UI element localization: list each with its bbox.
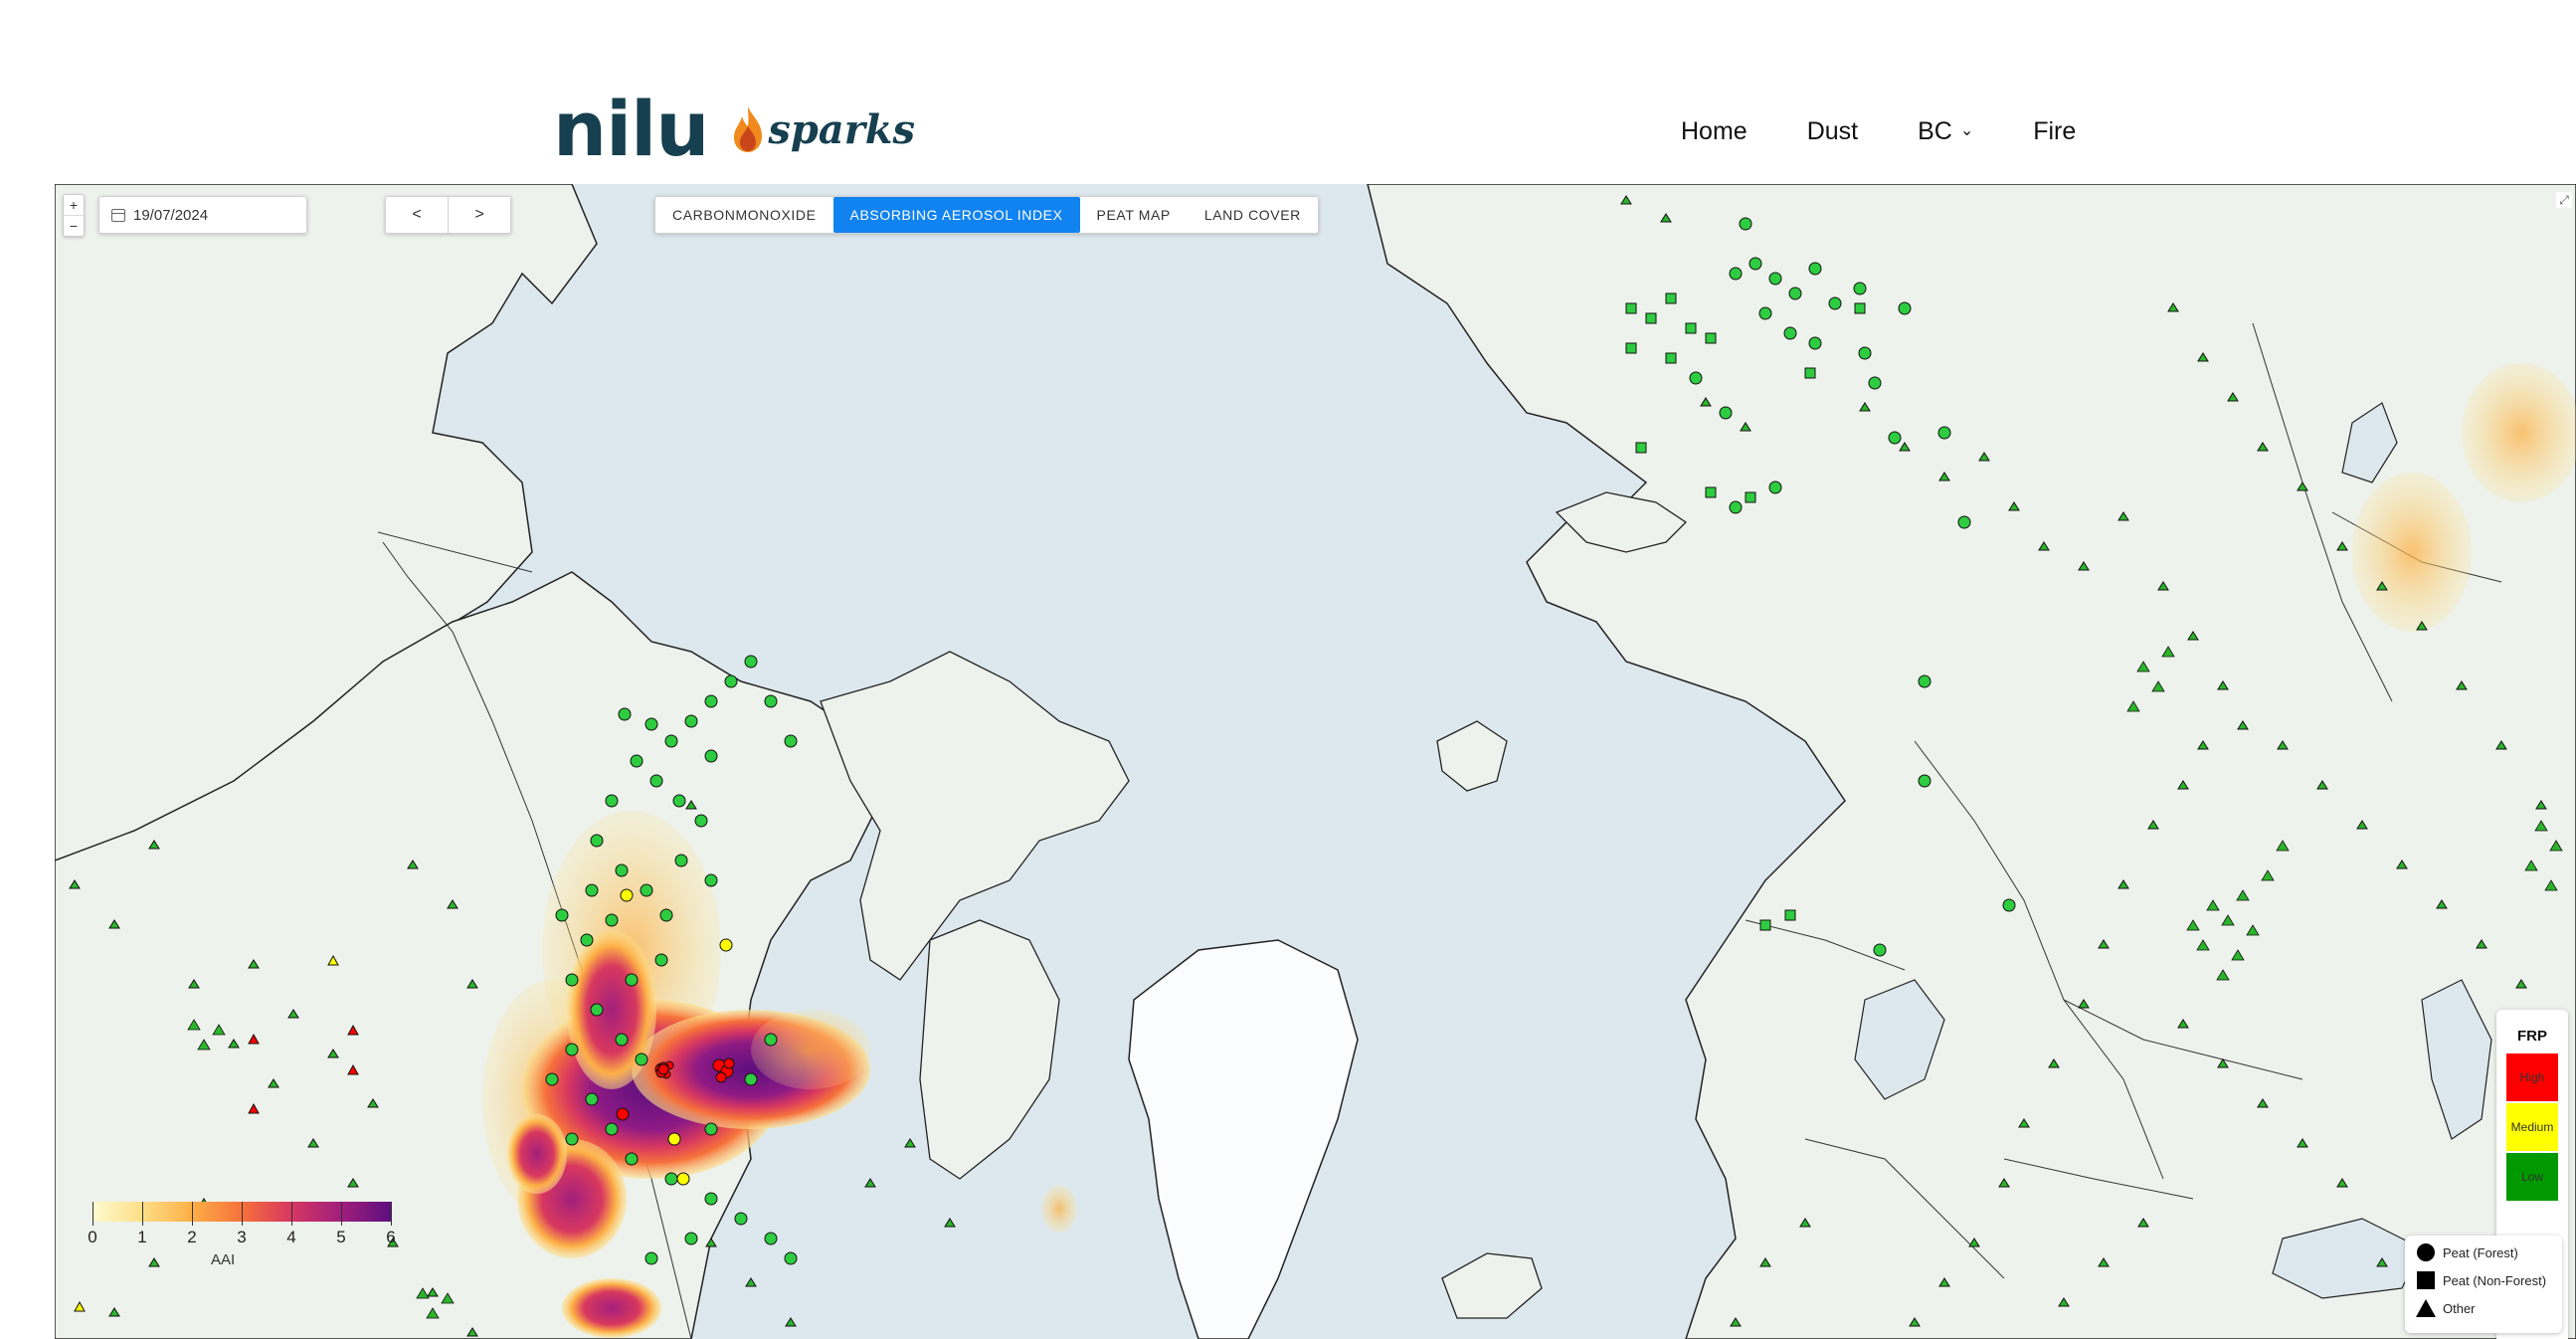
aai-colorbar-tick (242, 1202, 243, 1226)
legend-peat-nonforest: Peat (Non-Forest) (2415, 1269, 2546, 1291)
date-picker[interactable]: 19/07/2024 (98, 196, 307, 234)
aai-colorbar-tick-label: 1 (137, 1228, 147, 1246)
tab-land-cover[interactable]: LAND COVER (1188, 197, 1318, 233)
frp-low-swatch: Low (2506, 1153, 2558, 1201)
fullscreen-icon[interactable]: ⤢ (2556, 192, 2572, 208)
frp-medium-swatch: Medium (2506, 1103, 2558, 1151)
sparks-logo-text: sparks (768, 105, 916, 153)
calendar-icon (111, 208, 125, 222)
previous-date-button[interactable]: < (385, 196, 449, 234)
next-date-button[interactable]: > (449, 196, 511, 234)
tab-peat-map[interactable]: PEAT MAP (1080, 197, 1188, 233)
aai-colorbar-tick (92, 1202, 93, 1226)
aai-colorbar-tick (291, 1202, 292, 1226)
marker-shape-legend: Peat (Forest) Peat (Non-Forest) Other (2405, 1236, 2562, 1333)
date-value: 19/07/2024 (133, 206, 209, 224)
aai-colorbar-tick (142, 1202, 143, 1226)
nilu-logo-text: nilu (553, 85, 709, 173)
tab-absorbing-aerosol-index[interactable]: ABSORBING AEROSOL INDEX (832, 197, 1080, 233)
triangle-icon (2416, 1299, 2436, 1317)
circle-icon (2417, 1243, 2435, 1261)
aai-colorbar-tick (192, 1202, 193, 1226)
zoom-control: + − (63, 194, 85, 237)
nav-home-label: Home (1681, 117, 1748, 145)
flame-icon (734, 106, 763, 152)
site-header: nilu sparks Home Dust BC ⌄ Fire (0, 0, 2576, 184)
nav-fire[interactable]: Fire (2033, 117, 2076, 146)
tab-carbonmonoxide[interactable]: CARBONMONOXIDE (655, 197, 833, 233)
legend-peat-forest-label: Peat (Forest) (2443, 1244, 2518, 1260)
frp-high-swatch: High (2506, 1053, 2558, 1101)
legend-peat-nonforest-label: Peat (Non-Forest) (2443, 1272, 2547, 1288)
zoom-in-button[interactable]: + (64, 195, 84, 215)
aai-colorbar-tick-label: 4 (286, 1228, 296, 1246)
nav-home[interactable]: Home (1681, 117, 1748, 146)
aai-colorbar-tick-label: 3 (237, 1228, 247, 1246)
aai-colorbar-tick-label: 2 (187, 1228, 197, 1246)
nav-bc-label: BC (1918, 117, 1952, 145)
main-nav: Home Dust BC ⌄ Fire (1681, 117, 2135, 146)
nav-dust[interactable]: Dust (1807, 117, 1858, 146)
zoom-out-button[interactable]: − (64, 215, 84, 236)
frp-legend-title: FRP (2517, 1028, 2547, 1045)
legend-other: Other (2415, 1297, 2476, 1319)
sparks-logo: sparks (730, 104, 915, 154)
basemap[interactable] (55, 184, 2576, 1339)
nav-dust-label: Dust (1806, 117, 1859, 145)
chevron-down-icon: ⌄ (1959, 121, 1974, 139)
nav-bc-dropdown[interactable]: BC ⌄ (1918, 117, 1973, 146)
map-view[interactable]: + − 19/07/2024 < > CARBONMONOXIDE ABSORB… (55, 184, 2576, 1339)
aai-colorbar-tick (391, 1202, 392, 1226)
aai-colorbar-tick-label: 0 (88, 1228, 97, 1246)
nav-fire-label: Fire (2033, 117, 2077, 145)
aai-colorbar-tick-label: 6 (386, 1228, 396, 1246)
layer-tabs: CARBONMONOXIDE ABSORBING AEROSOL INDEX P… (654, 196, 1319, 234)
date-stepper: < > (385, 196, 511, 234)
legend-peat-forest: Peat (Forest) (2415, 1242, 2518, 1263)
aai-colorbar-label: AAI (211, 1251, 236, 1268)
aai-colorbar-tick-label: 5 (336, 1228, 346, 1246)
square-icon (2417, 1271, 2435, 1289)
legend-other-label: Other (2443, 1300, 2476, 1316)
nilu-sparks-logo[interactable]: nilu sparks (553, 92, 915, 167)
aai-colorbar-tick (341, 1202, 342, 1226)
